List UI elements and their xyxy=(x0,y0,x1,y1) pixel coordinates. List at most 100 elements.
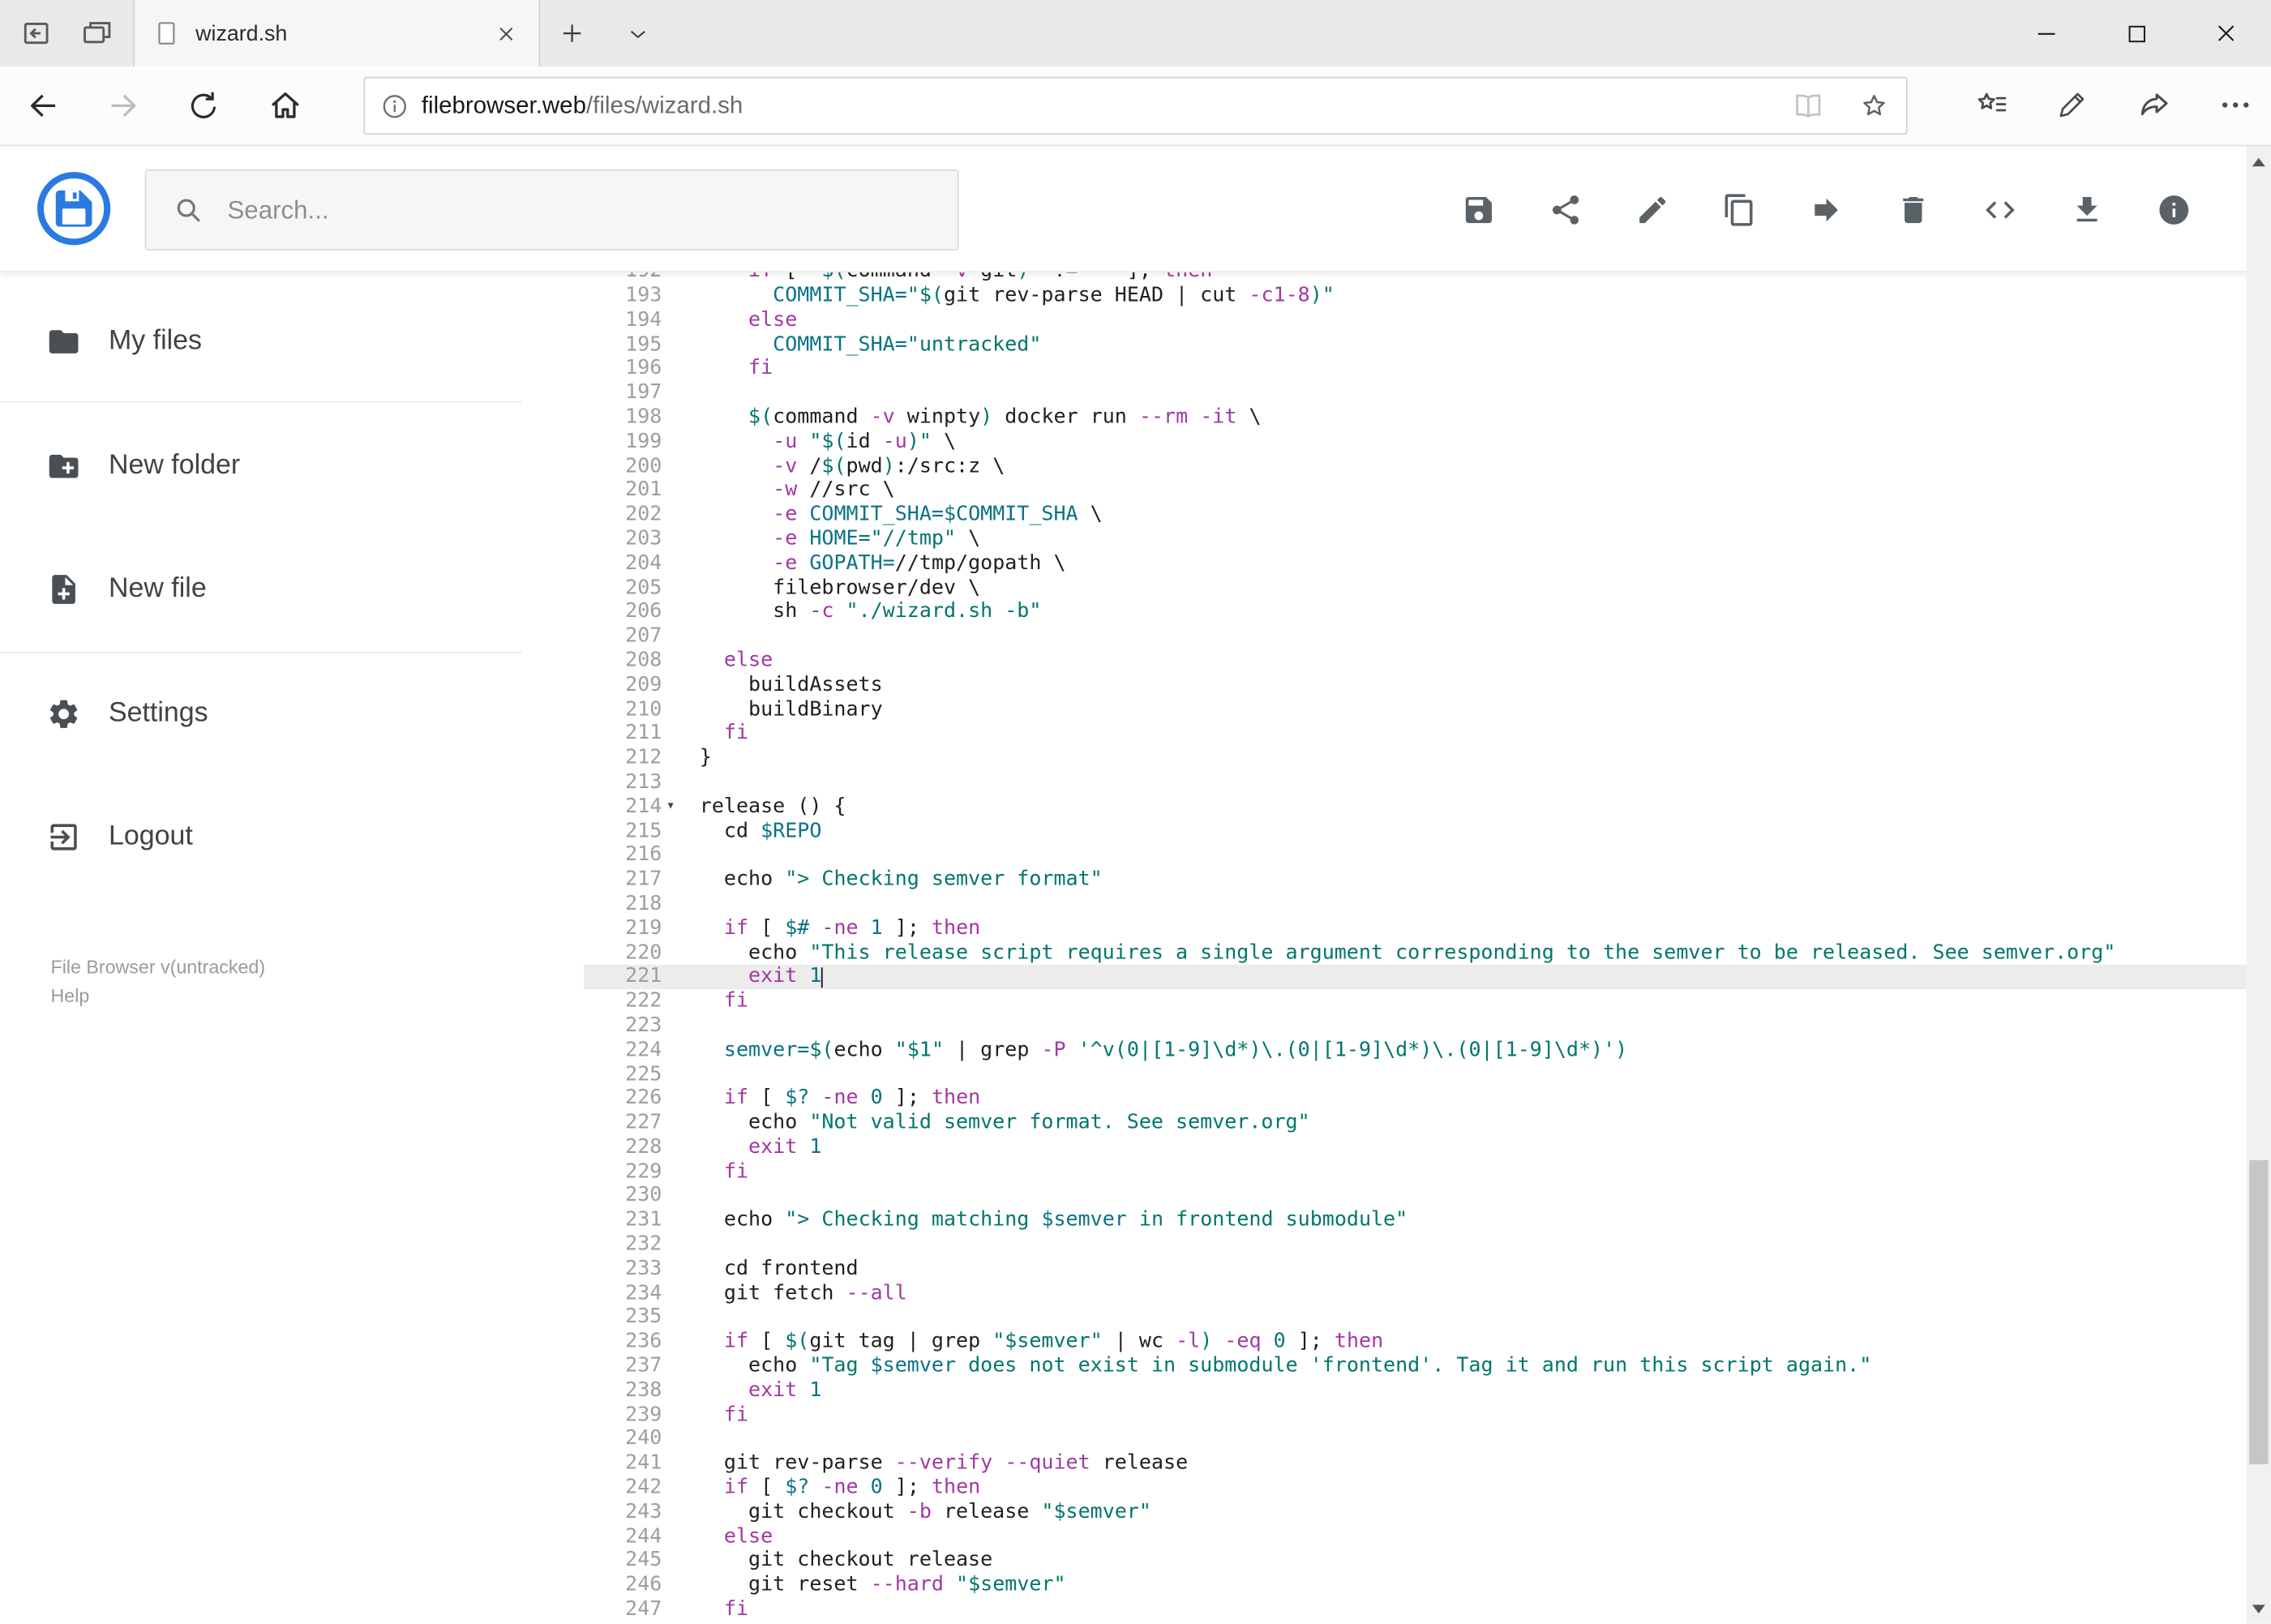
code-line[interactable]: 196 fi xyxy=(584,357,2247,381)
code-line[interactable]: 204 -e GOPATH=//tmp/gopath \ xyxy=(584,551,2247,576)
delete-icon[interactable] xyxy=(1896,192,1930,227)
more-icon[interactable] xyxy=(2216,85,2253,122)
new-tab-icon[interactable] xyxy=(552,13,593,54)
code-line[interactable]: 215 cd $REPO xyxy=(584,819,2247,843)
code-line[interactable]: 198 $(command -v winpty) docker run --rm… xyxy=(584,405,2247,430)
scroll-down-icon[interactable] xyxy=(2247,1596,2271,1621)
filebrowser-logo[interactable] xyxy=(36,171,112,246)
code-line[interactable]: 244 else xyxy=(584,1524,2247,1549)
code-line[interactable]: 212} xyxy=(584,746,2247,770)
move-icon[interactable] xyxy=(1809,192,1844,227)
code-line[interactable]: 240 xyxy=(584,1427,2247,1451)
code-line[interactable]: 195 COMMIT_SHA="untracked" xyxy=(584,332,2247,357)
code-line[interactable]: 199 -u "$(id -u)" \ xyxy=(584,430,2247,454)
code-line[interactable]: 222 fi xyxy=(584,989,2247,1013)
code-line[interactable]: 210 buildBinary xyxy=(584,697,2247,722)
code-line[interactable]: 200 -v /$(pwd):/src:z \ xyxy=(584,454,2247,478)
code-line[interactable]: 220 echo "This release script requires a… xyxy=(584,941,2247,965)
address-bar[interactable]: filebrowser.web/files/wizard.sh xyxy=(363,76,1908,135)
hub-icon[interactable] xyxy=(1973,85,2010,122)
code-line[interactable]: 247 fi xyxy=(584,1597,2247,1622)
code-line[interactable]: 227 echo "Not valid semver format. See s… xyxy=(584,1111,2247,1135)
fold-marker-icon[interactable]: ▾ xyxy=(666,795,675,819)
code-line[interactable]: 207 xyxy=(584,624,2247,649)
close-icon[interactable] xyxy=(2181,0,2271,66)
code-line[interactable]: 232 xyxy=(584,1232,2247,1257)
code-line[interactable]: 243 git checkout -b release "$semver" xyxy=(584,1500,2247,1524)
code-line[interactable]: 242 if [ $? -ne 0 ]; then xyxy=(584,1476,2247,1500)
sidebar-item-logout[interactable]: Logout xyxy=(0,803,584,872)
url-text[interactable]: filebrowser.web/files/wizard.sh xyxy=(422,92,1759,119)
code-line[interactable]: 214 ▾ release () { xyxy=(584,795,2247,819)
code-line[interactable]: 231 echo "> Checking matching $semver in… xyxy=(584,1208,2247,1232)
tab-chevron-icon[interactable] xyxy=(617,13,658,54)
code-line[interactable]: 246 git reset --hard "$semver" xyxy=(584,1573,2247,1597)
code-line[interactable]: 219 if [ $# -ne 1 ]; then xyxy=(584,916,2247,941)
share-icon[interactable] xyxy=(1549,192,1583,227)
code-line[interactable]: 193 COMMIT_SHA="$(git rev-parse HEAD | c… xyxy=(584,284,2247,308)
code-line[interactable]: 218 xyxy=(584,892,2247,916)
code-line[interactable]: 223 xyxy=(584,1013,2247,1038)
search-box[interactable] xyxy=(144,169,959,251)
code-line[interactable]: 238 exit 1 xyxy=(584,1378,2247,1403)
sidebar-item-new-folder[interactable]: New folder xyxy=(0,431,584,501)
code-line[interactable]: 209 buildAssets xyxy=(584,673,2247,697)
code-line[interactable]: 194 else xyxy=(584,308,2247,332)
info-icon[interactable] xyxy=(379,91,410,122)
download-icon[interactable] xyxy=(2070,192,2105,227)
home-icon[interactable] xyxy=(265,85,306,126)
save-icon[interactable] xyxy=(1461,192,1496,227)
code-line[interactable]: 234 git fetch --all xyxy=(584,1281,2247,1305)
reading-view-icon[interactable] xyxy=(1790,88,1825,123)
forward-icon[interactable] xyxy=(103,85,144,126)
rename-icon[interactable] xyxy=(1635,192,1670,227)
code-line[interactable]: 245 git checkout release xyxy=(584,1549,2247,1573)
help-link[interactable]: Help xyxy=(51,982,266,1011)
code-line[interactable]: 237 echo "Tag $semver does not exist in … xyxy=(584,1354,2247,1378)
close-tab-icon[interactable] xyxy=(490,17,521,49)
code-line[interactable]: 221 exit 1 xyxy=(583,965,2247,990)
browser-tab[interactable]: wizard.sh xyxy=(133,0,541,67)
code-line[interactable]: 229 fi xyxy=(584,1159,2247,1184)
tab-preview-icon[interactable] xyxy=(78,15,115,52)
code-line[interactable]: 213 xyxy=(584,770,2247,795)
code-line[interactable]: 202 -e COMMIT_SHA=$COMMIT_SHA \ xyxy=(584,503,2247,527)
code-line[interactable]: 226 if [ $? -ne 0 ]; then xyxy=(584,1086,2247,1111)
code-line[interactable]: 205 filebrowser/dev \ xyxy=(584,576,2247,600)
scrollbar-thumb[interactable] xyxy=(2249,1159,2269,1465)
code-line[interactable]: 225 xyxy=(584,1062,2247,1086)
favorite-star-icon[interactable] xyxy=(1857,88,1892,123)
code-line[interactable]: 208 else xyxy=(584,649,2247,673)
refresh-icon[interactable] xyxy=(182,85,223,126)
share-icon[interactable] xyxy=(2135,85,2172,122)
code-line[interactable]: 228 exit 1 xyxy=(584,1135,2247,1159)
web-note-icon[interactable] xyxy=(2054,85,2091,122)
code-icon[interactable] xyxy=(1983,192,2018,227)
code-line[interactable]: 192 if [ "$(command -v git)" != "" ]; th… xyxy=(584,272,2247,284)
code-line[interactable]: 203 -e HOME="//tmp" \ xyxy=(584,527,2247,551)
code-line[interactable]: 230 xyxy=(584,1184,2247,1208)
info-icon[interactable] xyxy=(2157,192,2192,227)
vertical-scrollbar[interactable] xyxy=(2246,146,2271,1624)
maximize-icon[interactable] xyxy=(2091,0,2181,66)
code-line[interactable]: 206 sh -c "./wizard.sh -b" xyxy=(584,600,2247,624)
minimize-icon[interactable] xyxy=(2002,0,2092,66)
copy-icon[interactable] xyxy=(1722,192,1757,227)
code-line[interactable]: 201 -w //src \ xyxy=(584,478,2247,503)
code-line[interactable]: 241 git rev-parse --verify --quiet relea… xyxy=(584,1451,2247,1476)
sidebar-item-settings[interactable]: Settings xyxy=(0,679,584,749)
code-line[interactable]: 197 xyxy=(584,381,2247,405)
search-input[interactable] xyxy=(224,193,932,227)
code-editor[interactable]: 192 if [ "$(command -v git)" != "" ]; th… xyxy=(583,272,2247,1624)
code-line[interactable]: 236 if [ $(git tag | grep "$semver" | wc… xyxy=(584,1330,2247,1354)
sidebar-item-new-file[interactable]: New file xyxy=(0,555,584,624)
scroll-up-icon[interactable] xyxy=(2247,149,2271,174)
back-icon[interactable] xyxy=(24,85,64,126)
code-line[interactable]: 233 cd frontend xyxy=(584,1257,2247,1281)
set-tabs-aside-icon[interactable] xyxy=(17,15,54,52)
sidebar-item-my-files[interactable]: My files xyxy=(0,307,584,377)
code-line[interactable]: 224 semver=$(echo "$1" | grep -P '^v(0|[… xyxy=(584,1038,2247,1062)
code-line[interactable]: 217 echo "> Checking semver format" xyxy=(584,868,2247,892)
code-line[interactable]: 235 xyxy=(584,1305,2247,1330)
code-line[interactable]: 216 xyxy=(584,843,2247,868)
